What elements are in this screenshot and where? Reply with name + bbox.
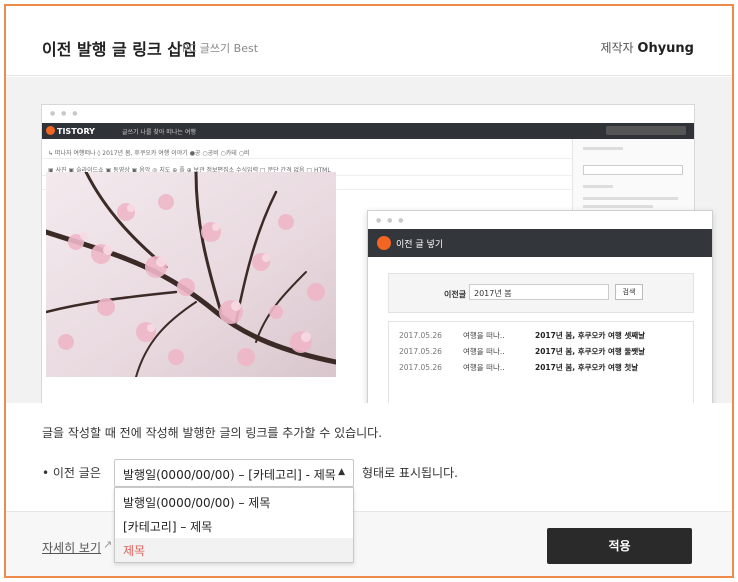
format-suffix-text: 형태로 표시됩니다.: [362, 466, 458, 480]
editor-topbar-controls: [606, 126, 686, 135]
overlay-result-list: 2017.05.26 여행을 떠나.. 2017년 봄, 후쿠오카 여행 셋째날 2…: [388, 321, 694, 403]
tistory-logo: TISTORY: [46, 126, 95, 136]
plugin-description: 글을 작성할 때 전에 작성해 발행한 글의 링크를 추가할 수 있습니다.: [42, 426, 383, 440]
maker-label: 제작자: [600, 41, 634, 55]
editor-topbar: TISTORY 글쓰기 나를 찾아 떠나는 여행: [42, 123, 694, 139]
format-option-selected[interactable]: 제목: [115, 538, 353, 562]
list-item: 2017.05.26 여행을 떠나.. 2017년 봄, 후쿠오카 여행 셋째날: [399, 331, 646, 340]
overlay-titlebar: 이전 글 넣기: [368, 229, 712, 257]
dialog-title: 이전 발행 글 링크 삽입: [42, 40, 197, 59]
overlay-search-area: 이전글 2017년 봄 검색: [388, 273, 694, 313]
window-dots-icon: ● ● ●: [376, 217, 406, 224]
dialog-header: 이전 발행 글 링크 삽입 PC 글쓰기 Best 제작자 Ohyung: [6, 6, 732, 76]
format-option[interactable]: [카테고리] – 제목: [115, 514, 353, 538]
list-item: 2017.05.26 여행을 떠나.. 2017년 봄, 후쿠오카 여행 첫날: [399, 363, 639, 372]
format-options-list: 발행일(0000/00/00) – 제목 [카테고리] – 제목 제목: [114, 487, 354, 563]
overlay-search-label: 이전글: [444, 290, 467, 299]
format-option[interactable]: 발행일(0000/00/00) – 제목: [115, 490, 353, 514]
dialog-subtitle: PC 글쓰기 Best: [182, 42, 259, 55]
overlay-title: 이전 글 넣기: [396, 240, 444, 250]
format-prefix-text: • 이전 글은: [42, 466, 101, 480]
editor-title-row: ↳ 떠나자 여행떠나 ◊ 2017년 봄, 후쿠오카 여행 이야기 ●공 ○공비…: [42, 145, 572, 159]
preview-image: ● ● ● TISTORY 글쓰기 나를 찾아 떠나는 여행 ↳ 떠나자 여행떠…: [6, 77, 732, 403]
dialog-frame: 이전 발행 글 링크 삽입 PC 글쓰기 Best 제작자 Ohyung ● ●…: [4, 4, 734, 578]
cherry-blossom-photo: [46, 172, 336, 377]
previous-post-window-mock: ● ● ● 이전 글 넣기 이전글 2017년 봄 검색 2017.05.26 여…: [367, 210, 713, 403]
editor-menu: 글쓰기 나를 찾아 떠나는 여행: [122, 129, 196, 136]
external-link-icon[interactable]: ↗: [103, 538, 112, 551]
apply-button[interactable]: 적용: [547, 528, 692, 564]
format-select-value: 발행일(0000/00/00) – [카테고리] - 제목: [123, 468, 336, 482]
overlay-search-input: 2017년 봄: [469, 284, 609, 300]
maker-info: 제작자 Ohyung: [600, 39, 694, 56]
list-item: 2017.05.26 여행을 떠나.. 2017년 봄, 후쿠오카 여행 둘쨋날: [399, 347, 646, 356]
maker-name: Ohyung: [637, 41, 694, 56]
format-select[interactable]: 발행일(0000/00/00) – [카테고리] - 제목 ▲: [114, 459, 354, 487]
more-info-link[interactable]: 자세히 보기: [42, 539, 101, 556]
tistory-logo-icon: [377, 236, 391, 250]
overlay-search-button: 검색: [615, 284, 643, 300]
window-dots-icon: ● ● ●: [50, 110, 80, 117]
caret-up-icon: ▲: [338, 467, 345, 477]
